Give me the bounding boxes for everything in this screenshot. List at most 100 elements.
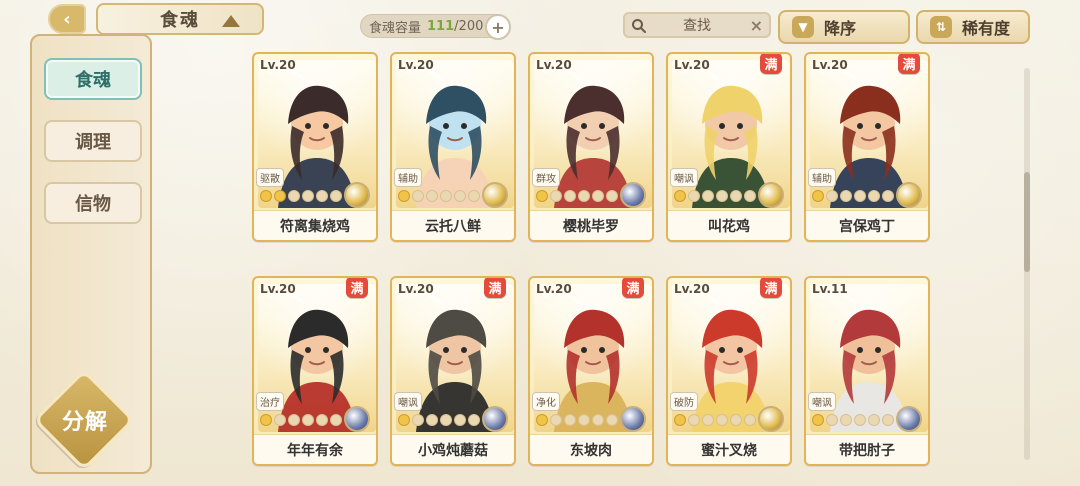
page-title: 食魂 xyxy=(160,10,200,31)
star-icon xyxy=(536,190,548,202)
star-icon xyxy=(744,414,756,426)
star-icon xyxy=(426,414,438,426)
character-card[interactable]: Lv.20 满嘲讽 叫花鸡 xyxy=(666,52,792,242)
star-icon xyxy=(840,190,852,202)
character-card[interactable]: Lv.20 群攻 樱桃毕罗 xyxy=(528,52,654,242)
star-icon xyxy=(468,414,480,426)
sidebar-tab-tiaoli[interactable]: 调理 xyxy=(44,120,142,162)
star-rating xyxy=(536,414,618,426)
role-tag: 破防 xyxy=(670,392,698,411)
back-button[interactable]: ‹ xyxy=(48,4,86,34)
character-card[interactable]: Lv.20 满治疗 年年有余 xyxy=(252,276,378,466)
search-input[interactable]: 查找 × xyxy=(623,12,771,38)
crown-icon xyxy=(222,15,240,27)
star-icon xyxy=(536,414,548,426)
role-tag: 驱散 xyxy=(256,168,284,187)
clear-search-button[interactable]: × xyxy=(750,16,763,35)
star-icon xyxy=(826,190,838,202)
star-rating xyxy=(812,190,894,202)
star-rating xyxy=(674,190,756,202)
rarity-orb-icon xyxy=(482,182,508,208)
search-placeholder: 查找 xyxy=(683,18,711,34)
sidebar-tab-label: 食魂 xyxy=(75,70,111,91)
sidebar-tab-xinwu[interactable]: 信物 xyxy=(44,182,142,224)
scrollbar-thumb[interactable] xyxy=(1024,172,1030,272)
character-card[interactable]: Lv.20 满净化 东坡肉 xyxy=(528,276,654,466)
star-icon xyxy=(330,190,342,202)
star-rating xyxy=(260,414,342,426)
star-rating xyxy=(674,414,756,426)
sort-order-button[interactable]: ▼ 降序 xyxy=(778,10,910,44)
character-name: 叫花鸡 xyxy=(668,210,790,240)
star-rating xyxy=(398,414,480,426)
capacity-total: 200 xyxy=(458,18,484,34)
level-label: Lv.20 xyxy=(812,58,848,72)
star-icon xyxy=(882,190,894,202)
capacity-indicator: 食魂容量 111/200 + xyxy=(360,14,511,40)
rarity-orb-icon xyxy=(896,406,922,432)
capacity-label: 食魂容量 xyxy=(369,20,422,36)
star-rating xyxy=(812,414,894,426)
star-icon xyxy=(702,190,714,202)
scrollbar[interactable] xyxy=(1024,68,1030,460)
star-icon xyxy=(260,190,272,202)
star-icon xyxy=(454,414,466,426)
full-badge: 满 xyxy=(898,54,920,74)
level-label: Lv.20 xyxy=(398,282,434,296)
star-icon xyxy=(564,190,576,202)
star-icon xyxy=(426,190,438,202)
role-tag: 辅助 xyxy=(394,168,422,187)
star-icon xyxy=(674,414,686,426)
sidebar-tab-label: 信物 xyxy=(75,194,111,215)
star-icon xyxy=(288,190,300,202)
star-icon xyxy=(316,190,328,202)
level-label: Lv.20 xyxy=(398,58,434,72)
star-icon xyxy=(730,190,742,202)
full-badge: 满 xyxy=(760,278,782,298)
rarity-orb-icon xyxy=(896,182,922,208)
star-icon xyxy=(688,190,700,202)
character-name: 东坡肉 xyxy=(530,434,652,464)
star-icon xyxy=(274,190,286,202)
character-card[interactable]: Lv.20 辅助云托八鲜 xyxy=(390,52,516,242)
sort-order-label: 降序 xyxy=(824,19,857,38)
level-label: Lv.11 xyxy=(812,282,848,296)
character-name: 符离集烧鸡 xyxy=(254,210,376,240)
character-name: 樱桃毕罗 xyxy=(530,210,652,240)
full-badge: 满 xyxy=(484,278,506,298)
role-tag: 嘲讽 xyxy=(808,392,836,411)
star-icon xyxy=(716,414,728,426)
rarity-orb-icon xyxy=(344,182,370,208)
star-rating xyxy=(536,190,618,202)
star-icon xyxy=(826,414,838,426)
rarity-orb-icon xyxy=(620,406,646,432)
character-card[interactable]: Lv.20 满嘲讽 小鸡炖蘑菇 xyxy=(390,276,516,466)
character-card[interactable]: Lv.11 嘲讽 带把肘子 xyxy=(804,276,930,466)
role-tag: 治疗 xyxy=(256,392,284,411)
star-icon xyxy=(316,414,328,426)
sort-by-button[interactable]: ⇅ 稀有度 xyxy=(916,10,1030,44)
star-icon xyxy=(812,414,824,426)
level-label: Lv.20 xyxy=(260,58,296,72)
sidebar-tab-label: 调理 xyxy=(75,132,111,153)
capacity-count: 111/200 xyxy=(427,18,484,34)
star-icon xyxy=(854,414,866,426)
role-tag: 嘲讽 xyxy=(670,168,698,187)
capacity-current: 111 xyxy=(427,18,455,34)
character-card[interactable]: Lv.20 满辅助 宫保鸡丁 xyxy=(804,52,930,242)
star-icon xyxy=(550,190,562,202)
star-icon xyxy=(882,414,894,426)
star-icon xyxy=(730,414,742,426)
star-icon xyxy=(468,190,480,202)
star-icon xyxy=(398,190,410,202)
character-name: 云托八鲜 xyxy=(392,210,514,240)
sort-desc-icon: ▼ xyxy=(792,16,814,38)
character-card[interactable]: Lv.20 驱散符离集烧鸡 xyxy=(252,52,378,242)
sidebar-tab-shihun[interactable]: 食魂 xyxy=(44,58,142,100)
star-rating xyxy=(398,190,480,202)
full-badge: 满 xyxy=(346,278,368,298)
character-name: 小鸡炖蘑菇 xyxy=(392,434,514,464)
add-capacity-button[interactable]: + xyxy=(485,14,511,40)
rarity-orb-icon xyxy=(620,182,646,208)
character-card[interactable]: Lv.20 满破防 蜜汁叉烧 xyxy=(666,276,792,466)
